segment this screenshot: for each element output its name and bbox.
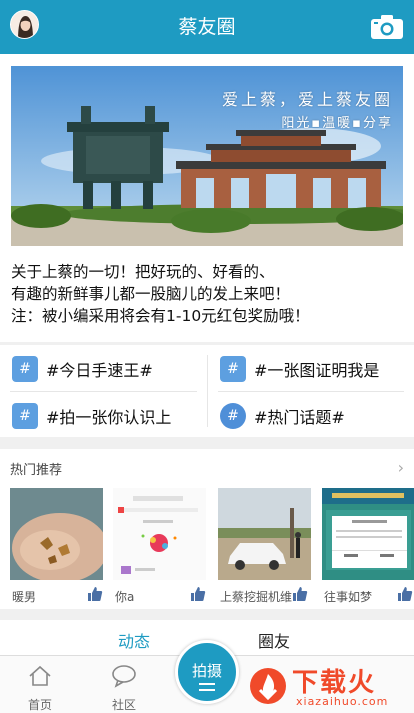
banner-subtitle: 阳光▪温暖▪分享 xyxy=(281,116,393,131)
chat-bubble-icon xyxy=(112,665,136,688)
topic-label: #热门话题# xyxy=(254,408,345,427)
topic-item[interactable]: # #热门话题# xyxy=(220,399,345,433)
banner-title: 爱上蔡，爱上蔡友圈 xyxy=(221,90,393,109)
hot-item-label: 往事如梦 xyxy=(324,590,373,604)
hash-icon: # xyxy=(12,403,38,429)
shoot-label: 拍摄 xyxy=(191,662,222,680)
divider xyxy=(207,355,208,427)
flame-logo-icon xyxy=(250,668,286,704)
hot-item-thumb[interactable] xyxy=(218,488,311,580)
watermark-text: 下载火 xyxy=(292,668,377,698)
topic-grid: # #今日手速王# # #一张图证明我是 # #拍一张你认识上 # #热门话题# xyxy=(0,345,414,437)
chevron-right-icon[interactable]: › xyxy=(398,458,404,477)
topic-item[interactable]: # #今日手速王# xyxy=(12,352,153,386)
topic-label: #一张图证明我是 xyxy=(254,361,380,380)
topic-item[interactable]: # #拍一张你认识上 xyxy=(12,399,171,433)
camera-icon[interactable] xyxy=(370,14,404,40)
thumbs-up-icon[interactable] xyxy=(397,586,413,602)
home-icon xyxy=(29,665,51,686)
hot-item-image xyxy=(322,488,414,580)
nav-home-label: 首页 xyxy=(27,698,52,712)
tab-dynamic[interactable]: 动态 xyxy=(118,620,150,660)
nav-home[interactable]: 首页 xyxy=(10,656,70,713)
thumbs-up-icon[interactable] xyxy=(190,586,206,602)
intro-line: 关于上蔡的一切！把好玩的、好看的、 xyxy=(11,263,275,281)
intro-text: 关于上蔡的一切！把好玩的、好看的、 有趣的新鲜事儿都一股脑儿的发上来吧！ 注：被… xyxy=(11,261,407,327)
menu-lines-icon xyxy=(199,683,215,691)
hash-icon: # xyxy=(220,403,246,429)
divider xyxy=(218,391,404,392)
hot-item-thumb[interactable] xyxy=(113,488,206,580)
thumbs-up-icon[interactable] xyxy=(87,586,103,602)
topic-label: #拍一张你认识上 xyxy=(46,408,172,427)
shoot-button[interactable]: 拍摄 xyxy=(175,640,239,704)
hot-item-image xyxy=(10,488,103,580)
hot-item-image xyxy=(218,488,311,580)
hot-item-image xyxy=(113,488,206,580)
nav-community-label: 社区 xyxy=(111,698,136,712)
hot-item-label: 你a xyxy=(115,590,135,604)
intro-line: 有趣的新鲜事儿都一股脑儿的发上来吧！ xyxy=(11,285,291,303)
banner-image[interactable]: 爱上蔡，爱上蔡友圈 阳光▪温暖▪分享 xyxy=(11,66,403,246)
intro-line: 注：被小编采用将会有1-10元红包奖励哦！ xyxy=(11,307,310,325)
hot-item-thumb[interactable] xyxy=(10,488,103,580)
page-title: 蔡友圈 xyxy=(178,16,236,38)
hot-recommend-section: 热门推荐 › 暖男 你a 上蔡挖掘机维 往事如梦 xyxy=(0,449,414,609)
thumbs-up-icon[interactable] xyxy=(292,586,308,602)
watermark: 下载火 xiazaihuo.com xyxy=(248,662,408,710)
divider xyxy=(10,391,197,392)
section-title: 热门推荐 xyxy=(10,463,63,478)
nav-community[interactable]: 社区 xyxy=(94,656,154,713)
hash-icon: # xyxy=(220,356,246,382)
hash-icon: # xyxy=(12,356,38,382)
watermark-url: xiazaihuo.com xyxy=(296,695,389,708)
topic-label: #今日手速王# xyxy=(46,361,153,380)
hot-item-thumb[interactable] xyxy=(322,488,414,580)
tab-friends[interactable]: 圈友 xyxy=(258,620,290,660)
app-header: 蔡友圈 xyxy=(0,0,414,54)
hot-item-label: 上蔡挖掘机维 xyxy=(220,590,293,604)
topic-item[interactable]: # #一张图证明我是 xyxy=(220,352,379,386)
hot-item-label: 暖男 xyxy=(12,590,37,604)
